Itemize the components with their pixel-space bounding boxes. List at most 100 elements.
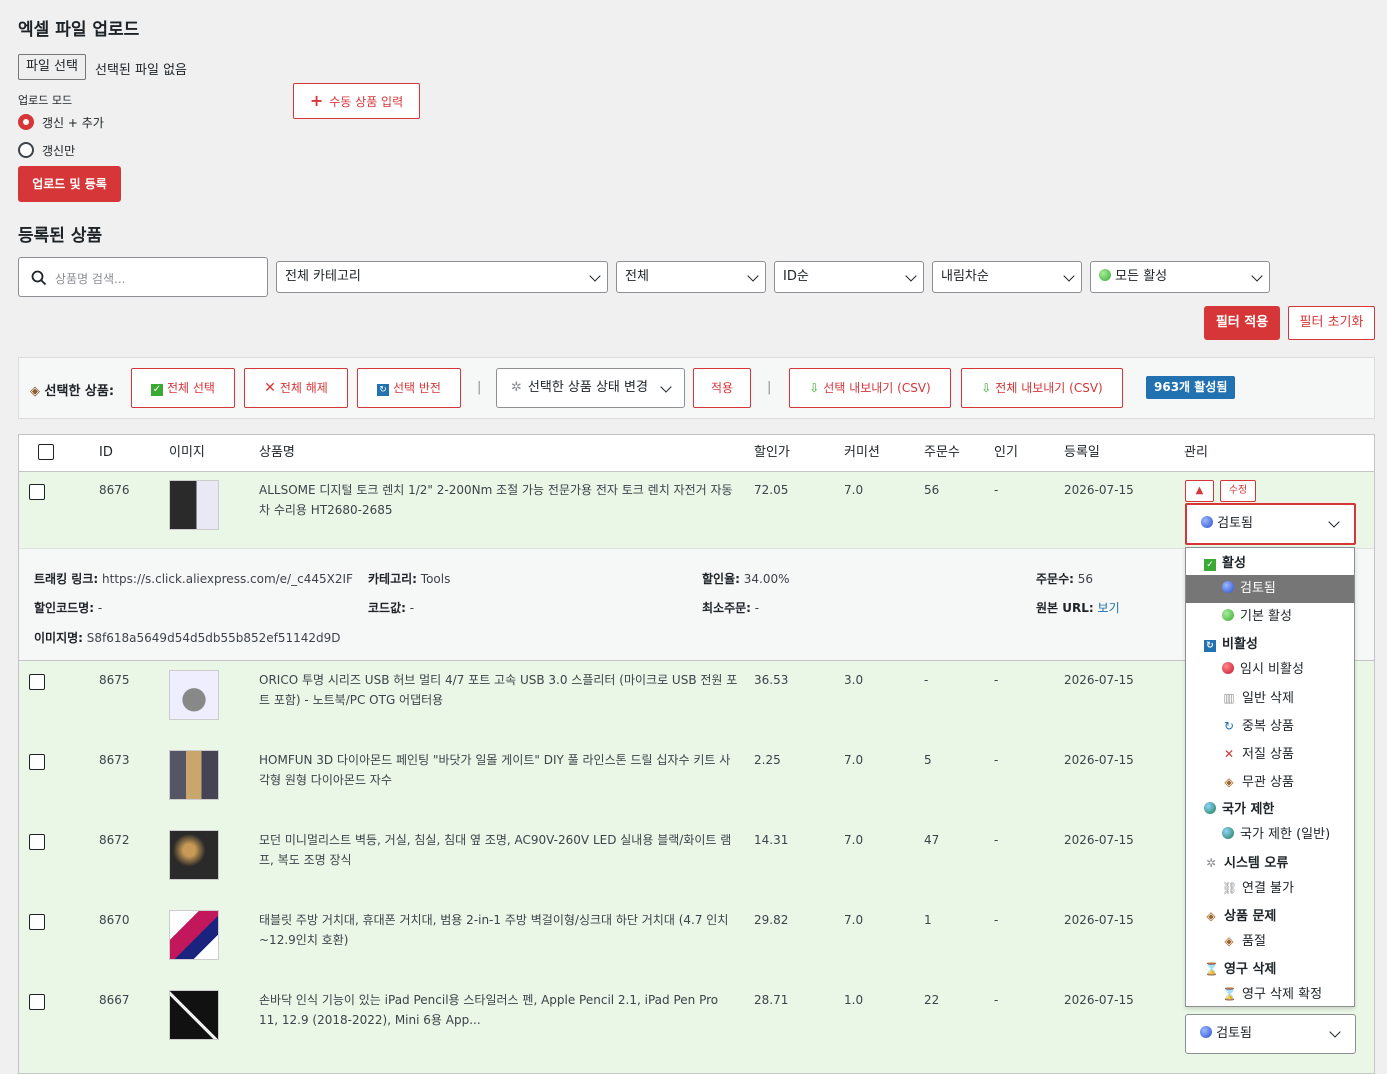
check-box-icon: ✓: [151, 384, 163, 396]
deselect-all-label: 전체 해제: [279, 381, 328, 395]
reset-filter-button[interactable]: 필터 초기화: [1288, 306, 1375, 340]
refresh-box-icon: ↻: [1204, 640, 1216, 652]
detail-category-label: 카테고리:: [368, 572, 417, 586]
chevron-down-icon: [747, 270, 759, 282]
activity-filter[interactable]: 모든 활성: [1090, 261, 1270, 293]
export-all-label: 전체 내보내기 (CSV): [995, 381, 1103, 395]
menu-option-label: 기본 활성: [1240, 609, 1292, 624]
menu-option-basic-active[interactable]: 기본 활성: [1186, 603, 1354, 631]
deselect-all-button[interactable]: ✕ 전체 해제: [244, 368, 348, 408]
menu-group-label: 상품 문제: [1224, 909, 1277, 924]
menu-option-sold-out[interactable]: ◈ 품절: [1186, 927, 1354, 955]
edit-button[interactable]: 수정: [1220, 480, 1256, 502]
menu-option-label: 중복 상품: [1242, 719, 1294, 734]
detail-category-value: Tools: [420, 572, 451, 586]
menu-option-duplicate[interactable]: ↻ 중복 상품: [1186, 712, 1354, 740]
menu-option-unreachable[interactable]: ⛓ 연결 불가: [1186, 874, 1354, 902]
row-name: 태블릿 주방 거치대, 휴대폰 거치대, 범용 2-in-1 주방 벽걸이형/싱…: [259, 913, 729, 947]
menu-group-inactive: ↻ 비활성: [1186, 631, 1354, 659]
menu-option-irrelevant[interactable]: ◈ 무관 상품: [1186, 768, 1354, 796]
status-change-select[interactable]: ✲ 선택한 상품 상태 변경: [496, 368, 685, 408]
mode-label-update-add: 갱신 + 추가: [42, 116, 104, 130]
upload-submit-button[interactable]: 업로드 및 등록: [18, 166, 121, 202]
row-id: 8676: [99, 483, 130, 497]
menu-option-temp-inactive[interactable]: 임시 비활성: [1186, 656, 1354, 684]
header-popular: 인기: [994, 445, 1018, 460]
row-checkbox[interactable]: [29, 834, 45, 850]
row-status-select[interactable]: 검토됨: [1185, 1014, 1356, 1054]
mode-radio-update-add[interactable]: [18, 114, 34, 130]
row-date: 2026-07-15: [1064, 673, 1134, 687]
menu-group-product-issue: ◈ 상품 문제: [1186, 902, 1354, 930]
menu-option-permanent-delete[interactable]: ⌛ 영구 삭제 확정: [1186, 980, 1354, 1008]
menu-group-active: ✓ 활성: [1186, 550, 1354, 578]
row-date: 2026-07-15: [1064, 913, 1134, 927]
invert-selection-button[interactable]: ↻ 선택 반전: [357, 368, 461, 408]
header-id: ID: [99, 445, 113, 460]
header-orders: 주문수: [924, 445, 960, 460]
row-price: 14.31: [754, 833, 789, 847]
refresh-icon: ↻: [1223, 719, 1235, 733]
row-status-value: 검토됨: [1217, 516, 1254, 531]
export-selected-button[interactable]: ⇩ 선택 내보내기 (CSV): [789, 368, 951, 408]
menu-option-country-general[interactable]: 국가 제한 (일반): [1186, 821, 1354, 849]
row-orders: 22: [924, 993, 940, 1007]
gear-icon: ✲: [1205, 856, 1217, 870]
type-filter[interactable]: 전체: [616, 261, 766, 293]
box-icon: ◈: [1224, 934, 1234, 948]
detail-image: 이미지명: S8f618a5649d54d5db55b852ef51142d9D: [34, 629, 341, 646]
detail-coupon: 할인코드명: -: [34, 599, 102, 616]
row-orders: 56: [924, 483, 940, 497]
menu-group-label: 영구 삭제: [1224, 962, 1277, 977]
bulk-apply-button[interactable]: 적용: [693, 368, 751, 408]
row-checkbox[interactable]: [29, 674, 45, 690]
file-select-button[interactable]: 파일 선택: [18, 54, 86, 80]
separator: |: [477, 380, 482, 395]
manual-add-button[interactable]: + 수동 상품 입력: [293, 83, 420, 119]
link-icon: ⛓: [1222, 881, 1238, 895]
menu-group-label: 국가 제한: [1222, 802, 1275, 817]
header-commission: 커미션: [844, 445, 880, 460]
mode-radio-update-only[interactable]: [18, 142, 34, 158]
box-icon: ◈: [1224, 775, 1234, 789]
category-filter[interactable]: 전체 카테고리: [276, 261, 608, 293]
detail-coupon-value: -: [97, 601, 103, 615]
menu-option-reviewed[interactable]: 검토됨: [1186, 575, 1354, 603]
row-id: 8670: [99, 913, 130, 927]
row-checkbox[interactable]: [29, 484, 45, 500]
product-image: [169, 670, 219, 720]
order-filter[interactable]: 내림차순: [932, 261, 1082, 293]
row-orders: -: [924, 673, 929, 687]
menu-option-label: 임시 비활성: [1240, 662, 1304, 677]
export-all-button[interactable]: ⇩ 전체 내보내기 (CSV): [961, 368, 1123, 408]
blue-dot-icon: [1200, 1026, 1212, 1038]
row-checkbox[interactable]: [29, 994, 45, 1010]
separator: |: [767, 380, 772, 395]
row-checkbox[interactable]: [29, 754, 45, 770]
search-input[interactable]: 상품명 검색...: [18, 257, 268, 297]
row-popular: -: [994, 993, 999, 1007]
detail-discount-value: 34.00%: [743, 572, 790, 586]
row-status-select[interactable]: 검토됨: [1185, 503, 1356, 545]
green-dot-icon: [1099, 269, 1111, 281]
menu-group-label: 비활성: [1222, 637, 1258, 652]
select-all-button[interactable]: ✓ 전체 선택: [131, 368, 235, 408]
detail-code: 코드값: -: [368, 599, 414, 616]
select-all-checkbox[interactable]: [38, 444, 54, 460]
activity-filter-value: 모든 활성: [1115, 269, 1168, 284]
row-id: 8672: [99, 833, 130, 847]
row-name: HOMFUN 3D 다이아몬드 페인팅 "바닷가 일몰 게이트" DIY 풀 라…: [259, 753, 731, 787]
origin-link[interactable]: 보기: [1098, 601, 1120, 615]
menu-group-label: 시스템 오류: [1224, 856, 1289, 871]
detail-discount: 할인율: 34.00%: [702, 570, 790, 587]
toggle-details-button[interactable]: ▲: [1185, 480, 1214, 502]
row-name: ORICO 투명 시리즈 USB 허브 멀티 4/7 포트 고속 USB 3.0…: [259, 673, 738, 707]
row-checkbox[interactable]: [29, 914, 45, 930]
products-heading: 등록된 상품: [18, 226, 103, 246]
header-image: 이미지: [169, 445, 205, 460]
download-icon: ⇩: [809, 381, 820, 395]
apply-filter-button[interactable]: 필터 적용: [1204, 306, 1280, 340]
menu-option-delete[interactable]: ▥ 일반 삭제: [1186, 684, 1354, 712]
menu-option-low-quality[interactable]: ✕ 저질 상품: [1186, 740, 1354, 768]
sort-filter[interactable]: ID순: [774, 261, 924, 293]
